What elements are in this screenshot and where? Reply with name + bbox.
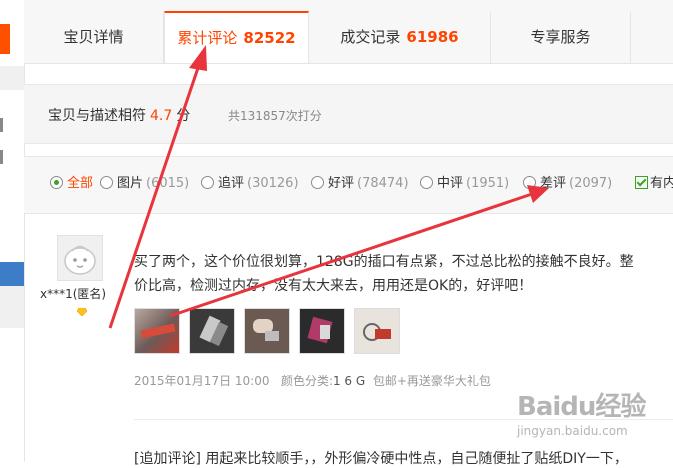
filter-label: 好评 (328, 176, 355, 191)
filter-count: (30126) (247, 176, 299, 191)
checkbox-icon (635, 176, 648, 189)
filter-pictures[interactable]: 图片 (6015) (100, 176, 189, 192)
tab-item-details[interactable]: 宝贝详情 (24, 12, 164, 63)
sidebar-mark (0, 118, 3, 132)
filter-label: 有内 (650, 176, 673, 191)
filter-positive[interactable]: 好评 (78474) (311, 176, 409, 192)
filter-count: (6015) (146, 176, 190, 191)
tab-transactions[interactable]: 成交记录 61986 (309, 12, 491, 63)
default-avatar-icon (64, 245, 96, 275)
filter-label: 差评 (540, 176, 567, 191)
filter-label: 全部 (67, 176, 94, 191)
rating-unit: 分 (176, 108, 191, 124)
filter-has-content[interactable]: 有内 (635, 176, 673, 192)
vip-diamond-icon (77, 308, 87, 316)
tab-reviews[interactable]: 累计评论 82522 (164, 11, 309, 63)
review-meta: 2015年01月17日 10:00 颜色分类:1 6 G 包邮+再送豪华大礼包 (134, 372, 491, 389)
review-photo-thumb[interactable] (244, 308, 290, 354)
tab-exclusive-service[interactable]: 专享服务 (491, 12, 631, 63)
tab-review-count: 82522 (243, 29, 296, 47)
sidebar-mark (0, 150, 3, 164)
filter-all[interactable]: 全部 (50, 176, 93, 192)
reviewer-name: x***1(匿名) (40, 287, 107, 301)
filter-label: 中评 (437, 176, 464, 191)
watermark-logo: Baidu经验 (517, 392, 646, 422)
rating-label: 宝贝与描述相符 4.7 分 (48, 105, 190, 125)
filter-count: (1951) (466, 176, 510, 191)
review-filter-bar: 全部 图片 (6015) 追评 (30126) 好评 (78474) 中评 (1951)… (24, 156, 673, 214)
radio-icon (311, 176, 324, 189)
tab-label: 成交记录 (340, 28, 401, 46)
watermark-url: jingyan.baidu.com (517, 424, 628, 438)
review-date: 2015年01月17日 10:00 (134, 374, 270, 388)
rating-total: 共131857次打分 (228, 109, 322, 123)
detail-tab-bar: 宝贝详情 累计评论 82522 成交记录 61986 专享服务 (24, 0, 673, 64)
review-line: 价比高，检测过内存，没有太大来去，用用还是OK的，好评吧！ (134, 278, 533, 294)
radio-icon (523, 176, 536, 189)
left-sidebar (0, 0, 25, 462)
sidebar-block (0, 286, 24, 328)
review-photo-thumb[interactable] (354, 308, 400, 354)
filter-label: 追评 (218, 176, 245, 191)
baidu-watermark: Baidu经验 jingyan.baidu.com (517, 386, 667, 456)
rating-value: 4.7 (150, 108, 173, 124)
rating-label-text: 宝贝与描述相符 (48, 108, 146, 124)
tab-label: 宝贝详情 (63, 28, 124, 46)
tab-label: 专享服务 (530, 28, 591, 46)
filter-count: (78474) (357, 176, 409, 191)
avatar[interactable] (57, 235, 103, 281)
tab-transaction-count: 61986 (406, 28, 459, 46)
radio-icon (201, 176, 214, 189)
filter-label: 图片 (117, 176, 144, 191)
sidebar-nav-item[interactable] (0, 262, 24, 286)
sidebar-block (0, 66, 24, 90)
spec-value: 1 6 G (332, 374, 366, 388)
review-photo-thumb[interactable] (189, 308, 235, 354)
filter-neutral[interactable]: 中评 (1951) (420, 176, 509, 192)
spec-extra: 包邮+再送豪华大礼包 (372, 374, 491, 388)
filter-count: (2097) (569, 176, 613, 191)
radio-icon (50, 176, 63, 189)
filter-followup[interactable]: 追评 (30126) (201, 176, 299, 192)
filter-negative[interactable]: 差评 (2097) (523, 176, 612, 192)
spec-label: 颜色分类: (280, 374, 333, 388)
review-photo-thumb[interactable] (134, 308, 180, 354)
sidebar-accent-block (0, 24, 10, 54)
tab-label: 累计评论 (177, 29, 238, 47)
review-text: 买了两个，这个价位很划算，128G的插口有点紧，不过总比松的接触不良好。整 价比… (134, 250, 673, 298)
review-photo-thumb[interactable] (299, 308, 345, 354)
review-line: 买了两个，这个价位很划算，128G的插口有点紧，不过总比松的接触不良好。整 (134, 254, 634, 270)
radio-icon (420, 176, 433, 189)
radio-icon (100, 176, 113, 189)
rating-summary: 宝贝与描述相符 4.7 分 共131857次打分 (24, 84, 673, 144)
